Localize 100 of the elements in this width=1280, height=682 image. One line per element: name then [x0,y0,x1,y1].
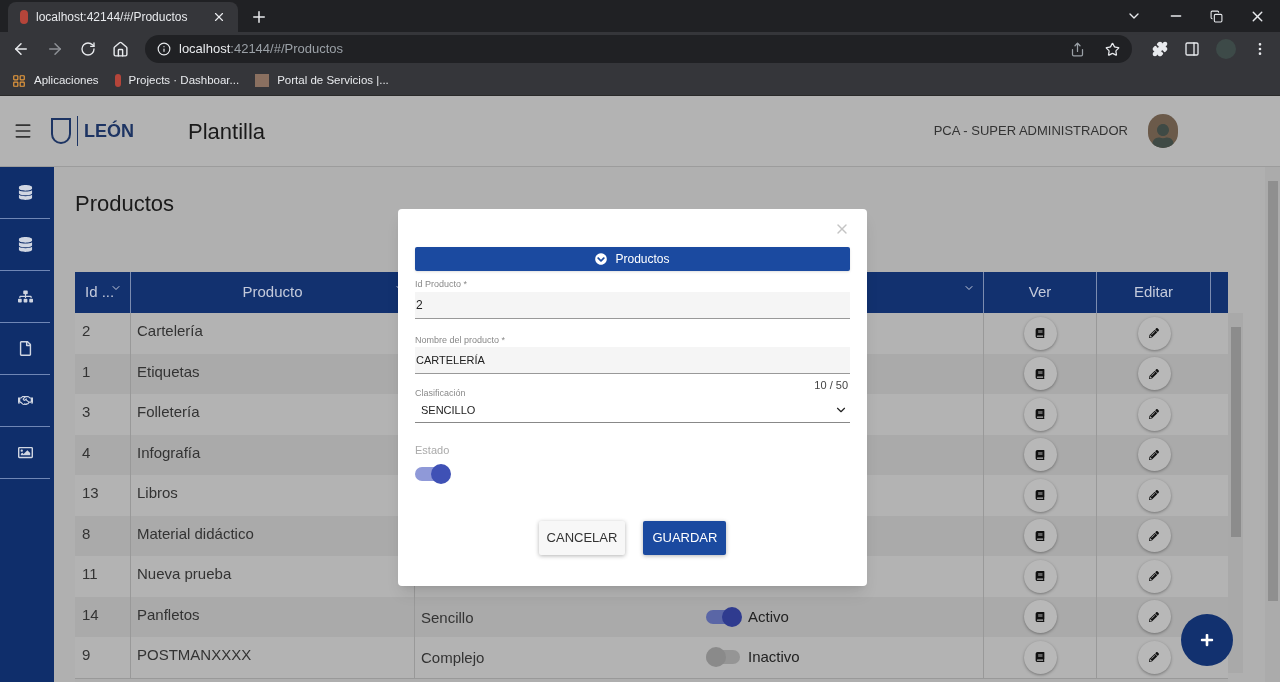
character-counter: 10 / 50 [814,378,848,393]
side-panel-icon[interactable] [1184,41,1200,57]
address-bar[interactable]: localhost:42144/#/Productos [145,35,1132,63]
view-button[interactable] [1023,316,1057,350]
cancel-button[interactable]: CANCELAR [538,520,626,555]
select-field[interactable]: SENCILLO [415,398,850,423]
apps-grid-icon [12,73,26,88]
file-icon[interactable] [17,341,33,356]
bookmark-link[interactable]: Aplicaciones [12,71,99,90]
pencil-icon [1149,611,1159,622]
pencil-icon [1149,328,1159,339]
close-icon[interactable] [212,10,226,24]
new-tab-icon[interactable] [250,8,268,26]
book-icon [1035,611,1045,622]
toggle-switch[interactable] [415,462,451,485]
tab-title: localhost:42144/#/Productos [36,9,189,26]
table-cell: Infografía [137,443,201,461]
shield-icon [51,118,71,144]
view-button[interactable] [1023,640,1057,674]
table-cell: 2 [82,322,91,339]
bookmark-star-icon[interactable] [1105,41,1120,57]
field-label: Clasificación [415,387,466,398]
logo-text: LEÓN [84,119,134,143]
pencil-icon [1149,490,1159,501]
back-icon[interactable] [12,40,30,58]
status-label: Inactivo [748,647,800,667]
database-icon[interactable] [17,185,33,200]
table-cell: Panfletos [137,605,200,623]
toggle-switch[interactable] [706,605,742,628]
bookmark-link[interactable]: Portal de Servicios |... [255,71,389,90]
app-title: Plantilla [188,117,266,146]
bookmark-link[interactable]: Projects · Dashboar... [114,71,240,90]
field-label: Nombre del producto * [415,334,506,345]
share-icon[interactable] [1070,41,1085,57]
status-label: Activo [748,606,789,627]
table-cell: 13 [82,484,99,501]
pencil-icon [1149,530,1159,541]
table-cell: Etiquetas [137,362,200,380]
handshake-icon[interactable] [17,393,33,408]
pencil-icon [1149,571,1159,582]
edit-button[interactable] [1137,397,1171,431]
table-cell: Sencillo [421,608,474,626]
page-title: Productos [75,191,175,216]
forward-icon[interactable] [46,40,64,58]
reload-icon[interactable] [80,41,96,57]
book-icon [1035,328,1045,339]
table-cell: Folletería [137,403,200,420]
table-cell: 4 [82,443,91,461]
view-button[interactable] [1023,559,1057,593]
view-button[interactable] [1023,397,1057,431]
table-cell: Nueva prueba [137,565,232,582]
select-value: SENCILLO [421,402,476,418]
favicon-icon [255,74,270,87]
input-field[interactable]: 2 [415,291,850,319]
view-button[interactable] [1023,600,1057,634]
table-cell: Cartelería [137,322,203,339]
toggle-switch[interactable] [706,646,742,669]
browser-tab[interactable]: localhost:42144/#/Productos [8,2,238,32]
edit-button[interactable] [1137,559,1171,593]
edit-button[interactable] [1137,316,1171,350]
restore-icon[interactable] [1210,9,1223,23]
favicon-icon [20,10,28,24]
book-icon [1035,409,1045,420]
save-button[interactable]: GUARDAR [643,520,727,555]
table-cell: Material didáctico [137,524,254,542]
info-icon [157,42,171,56]
table-cell: 8 [82,524,91,542]
favicon-icon [114,74,121,87]
sitemap-icon[interactable] [17,289,33,304]
view-button[interactable] [1023,478,1057,512]
section-header[interactable]: Productos [415,247,850,271]
book-icon [1035,571,1045,582]
input-field[interactable]: CARTELERÍA [415,347,850,374]
extensions-icon[interactable] [1152,41,1168,57]
field-label: Id Producto * [415,279,468,289]
edit-button[interactable] [1137,519,1171,553]
edit-button[interactable] [1137,640,1171,674]
book-icon [1035,530,1045,541]
edit-button[interactable] [1137,478,1171,512]
plus-icon [1200,633,1214,647]
database-icon[interactable] [17,237,33,252]
book-icon [1035,449,1045,460]
pencil-icon [1149,449,1159,460]
home-icon[interactable] [112,40,129,58]
pencil-icon [1149,409,1159,420]
table-cell: 1 [82,362,91,380]
view-button[interactable] [1023,519,1057,553]
view-button[interactable] [1023,357,1057,391]
table-cell: POSTMANXXXX [137,646,252,663]
field-label: Estado [415,443,450,456]
edit-button[interactable] [1137,357,1171,391]
book-icon [1035,368,1045,379]
edit-button[interactable] [1137,438,1171,472]
user-avatar[interactable] [1148,114,1178,148]
edit-button[interactable] [1137,600,1171,634]
menu-icon[interactable] [13,121,33,141]
table-cell: Complejo [421,649,485,666]
image-icon[interactable] [17,445,33,460]
view-button[interactable] [1023,438,1057,472]
table-cell: 14 [82,605,99,623]
